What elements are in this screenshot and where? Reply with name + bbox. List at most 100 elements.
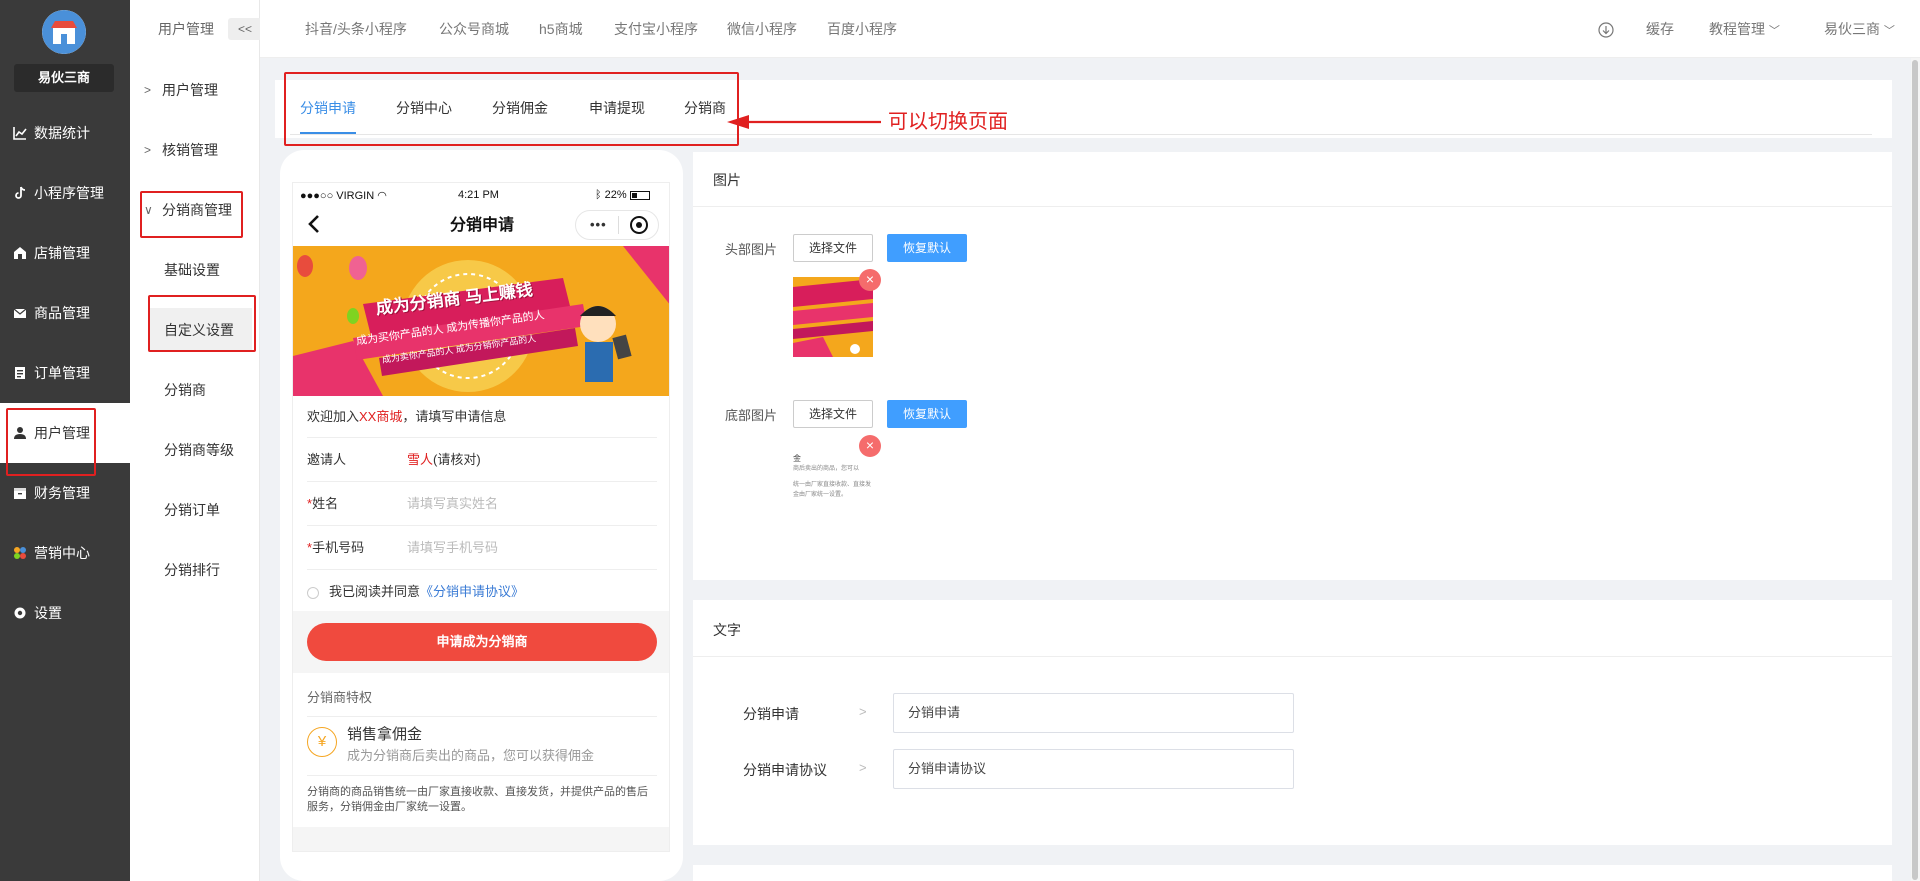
bluetooth-icon: ᛒ	[595, 189, 602, 201]
subnav-item-basic-settings[interactable]: 基础设置	[130, 240, 260, 300]
sub-sidebar: 用户管理 << > 用户管理 > 核销管理 ∨ 分销商管理 基础设置 自定义设置…	[130, 0, 262, 881]
highlight-box-tabs	[284, 72, 739, 146]
subnav-title: 用户管理	[158, 21, 214, 37]
footer-image-label: 底部图片	[725, 408, 778, 423]
subnav-item-distribution-ranking[interactable]: 分销排行	[130, 540, 260, 600]
agree-prefix: 我已阅读并同意	[329, 584, 421, 599]
text-row-label: 分销申请协议	[743, 762, 827, 778]
scrollbar-thumb[interactable]	[1912, 60, 1918, 880]
sidebar-item-label: 小程序管理	[34, 185, 104, 201]
sidebar-item-miniprogram[interactable]: 小程序管理	[0, 163, 130, 223]
highlight-box-users	[6, 408, 96, 476]
sidebar-item-settings[interactable]: 设置	[0, 583, 130, 643]
subnav-group-verify[interactable]: > 核销管理	[130, 120, 260, 180]
top-link-douyin[interactable]: 抖音/头条小程序	[305, 0, 407, 58]
highlight-box-custom-settings	[148, 295, 256, 352]
next-section	[693, 865, 1892, 881]
user-dropdown[interactable]: 易伙三商 ﹀	[1824, 0, 1895, 58]
top-link-alipay[interactable]: 支付宝小程序	[614, 0, 698, 58]
subnav-group-label: 用户管理	[162, 82, 218, 98]
tutorial-dropdown[interactable]: 教程管理 ﹀	[1709, 0, 1780, 58]
order-icon	[12, 365, 28, 381]
welcome-prefix: 欢迎加入	[307, 409, 360, 424]
sidebar-item-goods[interactable]: 商品管理	[0, 283, 130, 343]
sidebar-item-label: 商品管理	[34, 305, 90, 321]
download-icon[interactable]	[1598, 22, 1614, 38]
sidebar-item-orders[interactable]: 订单管理	[0, 343, 130, 403]
chevron-right-icon: >	[144, 143, 152, 157]
status-battery: ᛒ 22%	[595, 189, 650, 201]
footer-reset-default-button[interactable]: 恢复默认	[887, 400, 967, 428]
agree-checkbox[interactable]	[307, 586, 319, 599]
header-choose-file-button[interactable]: 选择文件	[793, 234, 873, 262]
sidebar-item-label: 订单管理	[34, 365, 90, 381]
sidebar-item-label: 财务管理	[34, 485, 90, 501]
carrier-label: ●●●○○ VIRGIN	[300, 190, 375, 202]
top-link-wechat[interactable]: 微信小程序	[727, 0, 797, 58]
sidebar-item-statistics[interactable]: 数据统计	[0, 103, 130, 163]
images-section: 图片 头部图片 选择文件 恢复默认 × 底部图片 选择文件 恢复默认 金 商后卖…	[693, 152, 1892, 580]
sidebar-item-marketing[interactable]: 营销中心	[0, 523, 130, 583]
images-section-title: 图片	[713, 172, 741, 188]
inviter-value: 雪人(请核对)	[407, 438, 481, 482]
name-input[interactable]: 请填写真实姓名	[407, 482, 498, 526]
header-image-delete-icon[interactable]: ×	[859, 269, 881, 291]
header-thumb-art-icon	[793, 277, 873, 357]
privilege-name: 销售拿佣金	[347, 726, 423, 743]
agreement-title-input[interactable]: 分销申请协议	[893, 749, 1294, 789]
privilege-desc: 成为分销商后卖出的商品，您可以获得佣金	[347, 748, 595, 763]
welcome-shop: XX商城	[359, 409, 403, 424]
tutorial-label: 教程管理	[1709, 21, 1765, 37]
gear-icon	[12, 605, 28, 621]
welcome-suffix: ，请填写申请信息	[402, 409, 507, 424]
top-link-baidu[interactable]: 百度小程序	[827, 0, 897, 58]
footer-image-delete-icon[interactable]: ×	[859, 435, 881, 457]
brand-name: 易伙三商	[14, 64, 114, 92]
phone-row[interactable]: *手机号码 请填写手机号码	[307, 526, 657, 570]
subnav-item-distributors[interactable]: 分销商	[130, 360, 260, 420]
top-link-h5[interactable]: h5商城	[539, 0, 583, 58]
divider	[307, 775, 657, 776]
banner-image: 成为分销商 马上赚钱 成为买你产品的人 成为传播你产品的人 成为卖你产品的人 成…	[293, 246, 669, 396]
phone-input[interactable]: 请填写手机号码	[407, 526, 498, 570]
collapse-button[interactable]: <<	[228, 18, 262, 40]
sidebar-item-label: 数据统计	[34, 125, 90, 141]
name-row[interactable]: *姓名 请填写真实姓名	[307, 482, 657, 526]
user-name: 易伙三商	[1824, 21, 1880, 37]
text-row-label: 分销申请	[743, 706, 799, 722]
agreement-row: 我已阅读并同意《分销申请协议》	[307, 570, 657, 614]
cache-button[interactable]: 缓存	[1646, 0, 1674, 58]
text-section-title: 文字	[713, 622, 741, 638]
text-section: 文字 分销申请 > 分销申请 分销申请协议 > 分销申请协议	[693, 600, 1892, 845]
welcome-row: 欢迎加入XX商城，请填写申请信息	[307, 396, 657, 438]
subnav-item-distribution-orders[interactable]: 分销订单	[130, 480, 260, 540]
sidebar-item-label: 营销中心	[34, 545, 90, 561]
sidebar-item-store[interactable]: 店铺管理	[0, 223, 130, 283]
store-icon	[12, 245, 28, 261]
marketing-icon	[12, 545, 28, 561]
close-target-icon[interactable]	[630, 216, 648, 234]
subnav-group-label: 核销管理	[162, 142, 218, 158]
apply-distributor-button[interactable]: 申请成为分销商	[307, 623, 657, 661]
capsule-divider	[618, 216, 619, 234]
more-dots-icon[interactable]: •••	[590, 217, 607, 232]
thumb-line: 统一由厂家直接收款、直接发	[793, 482, 872, 488]
sidebar-item-label: 店铺管理	[34, 245, 90, 261]
chart-icon	[12, 125, 28, 141]
inviter-row: 邀请人 雪人(请核对)	[307, 438, 657, 482]
inviter-note: (请核对)	[433, 452, 481, 467]
subnav-item-distributor-level[interactable]: 分销商等级	[130, 420, 260, 480]
agreement-link[interactable]: 《分销申请协议》	[420, 584, 524, 599]
chevron-right-icon: >	[144, 83, 152, 97]
subnav-group-users[interactable]: > 用户管理	[130, 60, 260, 120]
phone-bottom-area	[293, 827, 669, 851]
chevron-down-icon: ﹀	[1883, 25, 1895, 37]
footer-choose-file-button[interactable]: 选择文件	[793, 400, 873, 428]
apply-title-input[interactable]: 分销申请	[893, 693, 1294, 733]
capsule-menu: •••	[575, 210, 659, 240]
header-reset-default-button[interactable]: 恢复默认	[887, 234, 967, 262]
tiktok-icon	[12, 185, 28, 201]
top-link-official-account[interactable]: 公众号商城	[439, 0, 509, 58]
carrier-text: ●●●○○ VIRGIN ◠	[300, 189, 387, 202]
name-label: 姓名	[312, 496, 339, 511]
